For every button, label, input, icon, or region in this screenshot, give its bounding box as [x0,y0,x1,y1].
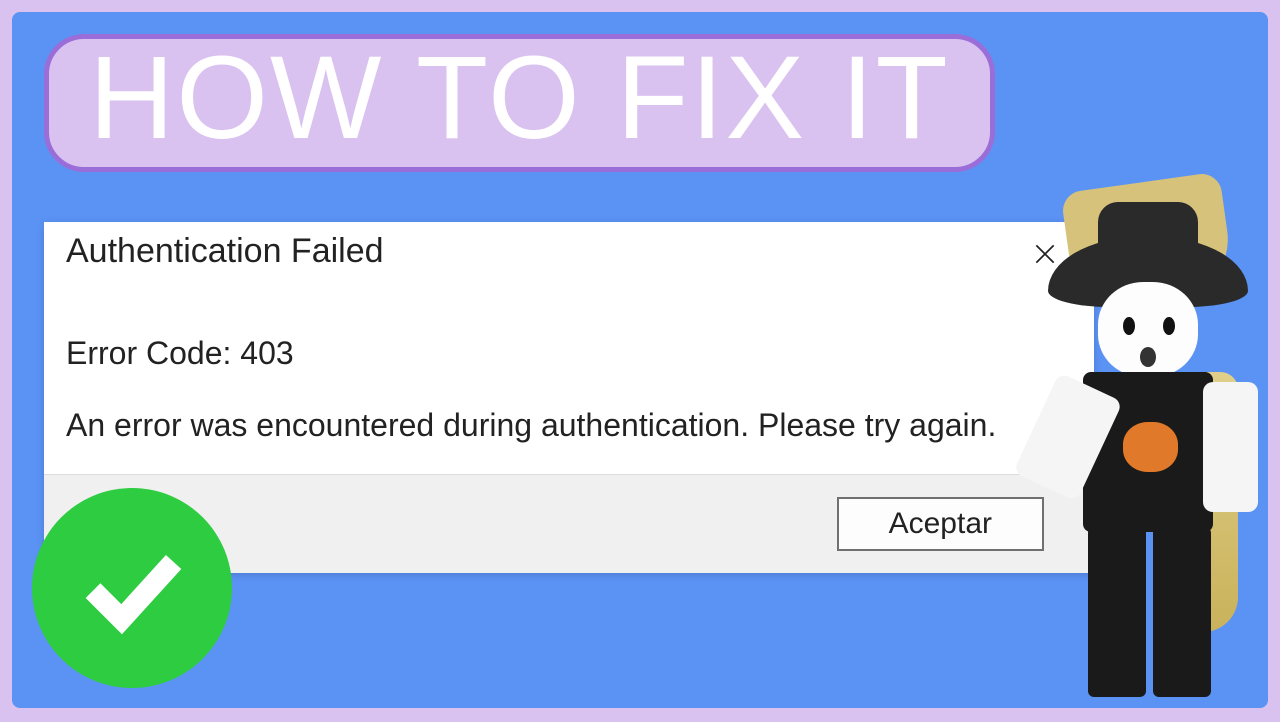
thumbnail-frame: HOW TO FIX IT Authentication Failed Erro… [12,12,1268,708]
dialog-body: Error Code: 403 An error was encountered… [44,280,1094,474]
error-code-text: Error Code: 403 [66,335,1072,372]
error-message-text: An error was encountered during authenti… [66,407,1072,444]
headline-badge: HOW TO FIX IT [44,34,995,172]
dialog-titlebar: Authentication Failed [44,222,1094,280]
dialog-title: Authentication Failed [66,232,384,271]
checkmark-icon [32,488,232,688]
accept-button[interactable]: Aceptar [837,497,1044,551]
avatar-character [1028,182,1258,722]
headline-text: HOW TO FIX IT [89,32,950,164]
